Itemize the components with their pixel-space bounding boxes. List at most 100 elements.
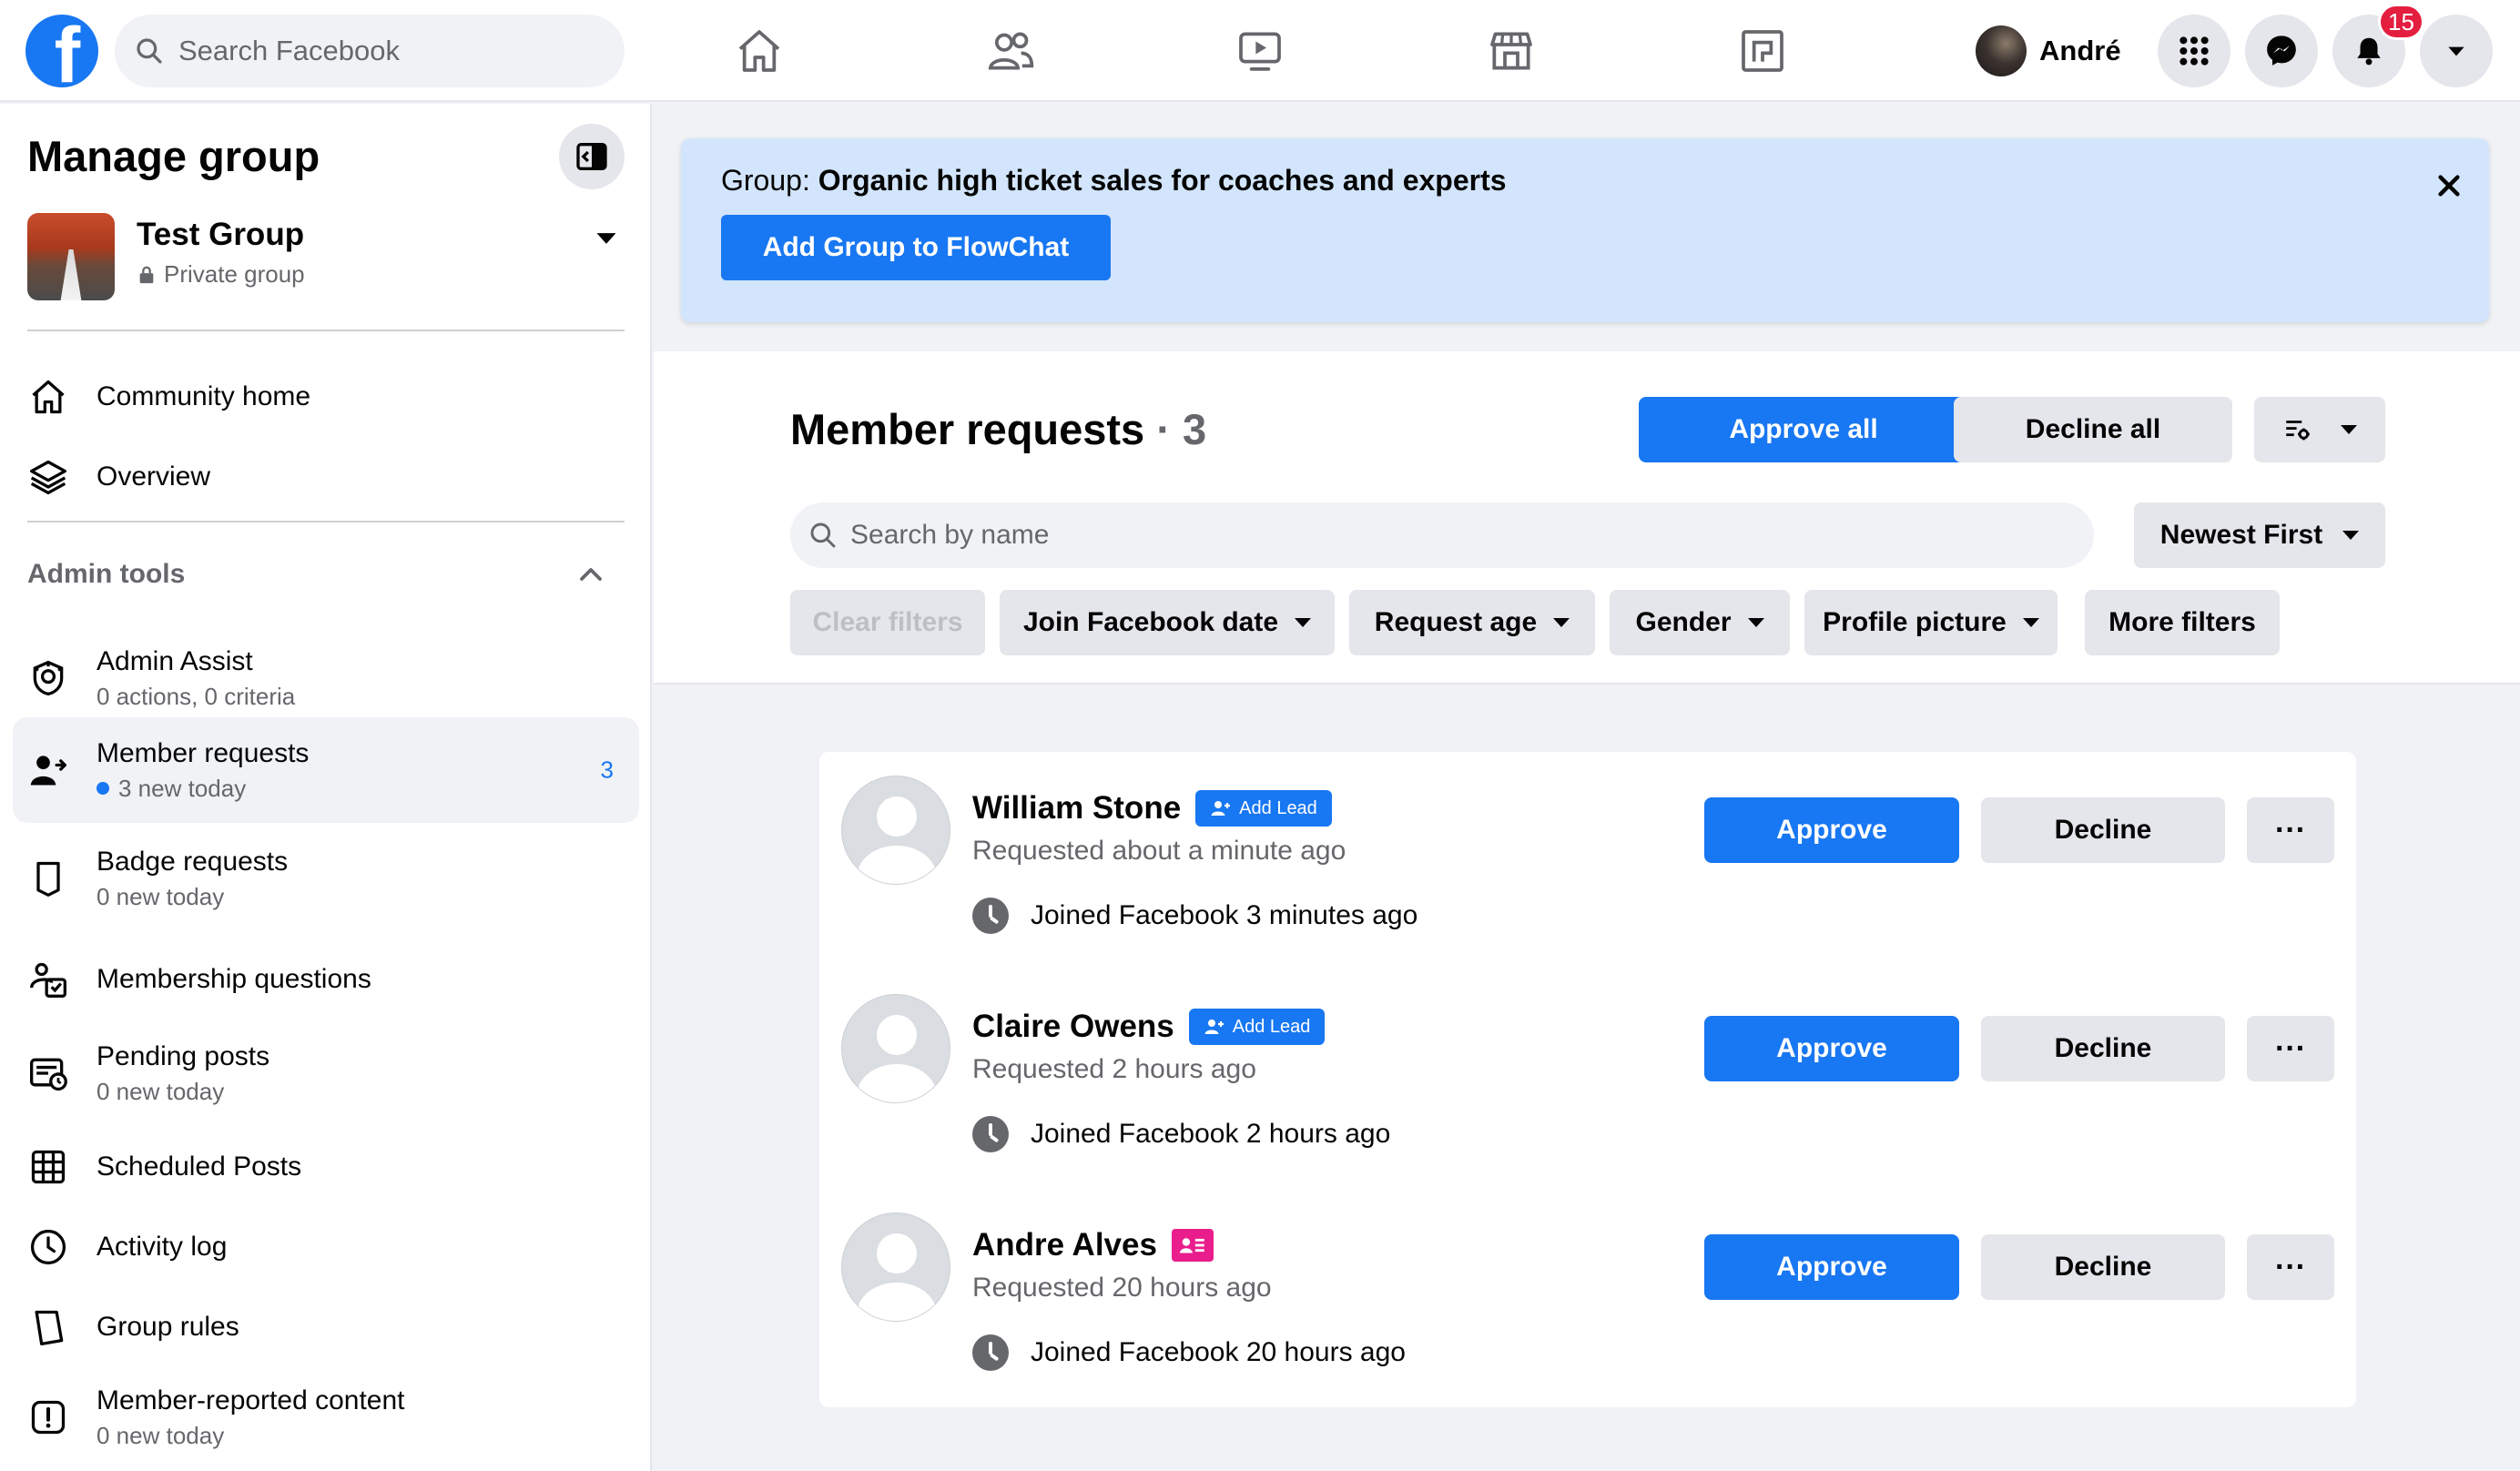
approve-button[interactable]: Approve xyxy=(1704,1016,1959,1081)
sidebar-item-overview[interactable]: Overview xyxy=(13,437,639,517)
unread-dot xyxy=(97,782,109,795)
page-title: Member requests · 3 xyxy=(790,405,1207,453)
sidebar-item-label: Badge requests xyxy=(97,846,289,877)
group-switcher-chevron[interactable] xyxy=(594,226,619,251)
home-icon[interactable] xyxy=(732,24,787,78)
sidebar-title: Manage group xyxy=(27,132,320,180)
group-privacy: Private group xyxy=(137,260,305,289)
clear-filters-button[interactable]: Clear filters xyxy=(790,590,985,655)
chevron-down-icon xyxy=(2341,425,2357,434)
joined-facebook-row: Joined Facebook 20 hours ago xyxy=(972,1334,1406,1371)
group-cover-thumbnail[interactable] xyxy=(27,213,115,300)
sidebar-item-label: Membership questions xyxy=(97,964,371,994)
sidebar-item-community-home[interactable]: Community home xyxy=(13,357,639,437)
sidebar-item-subtitle: 3 new today xyxy=(118,774,247,802)
approve-all-button[interactable]: Approve all xyxy=(1639,397,1968,462)
facebook-logo-icon[interactable]: f xyxy=(25,15,98,87)
add-user-icon xyxy=(1204,1020,1224,1034)
sidebar-item-admin-assist[interactable]: Admin Assist 0 actions, 0 criteria xyxy=(13,628,639,728)
request-age-filter[interactable]: Request age xyxy=(1349,590,1595,655)
avatar[interactable] xyxy=(841,776,950,885)
group-name[interactable]: Test Group xyxy=(137,217,304,253)
account-menu-button[interactable] xyxy=(2420,15,2493,87)
sidebar-item-group-rules[interactable]: Group rules xyxy=(13,1287,639,1367)
group-privacy-label: Private group xyxy=(164,260,305,288)
marketplace-icon[interactable] xyxy=(1484,24,1539,78)
filter-label: Join Facebook date xyxy=(1022,607,1279,637)
banner-group-name: Organic high ticket sales for coaches an… xyxy=(818,164,1507,197)
chevron-down-icon xyxy=(2022,618,2039,627)
admin-tools-section-label[interactable]: Admin tools xyxy=(27,559,185,590)
sidebar-item-activity-log[interactable]: Activity log xyxy=(13,1207,639,1287)
bulk-settings-dropdown[interactable] xyxy=(2254,397,2385,462)
more-options-button[interactable]: ··· xyxy=(2247,1016,2334,1081)
add-lead-label: Add Lead xyxy=(1239,797,1317,818)
gender-filter[interactable]: Gender xyxy=(1610,590,1790,655)
member-name-row: Andre Alves xyxy=(972,1227,1214,1263)
member-name[interactable]: Andre Alves xyxy=(972,1227,1157,1263)
member-name[interactable]: William Stone xyxy=(972,790,1181,827)
member-requests-icon xyxy=(25,747,71,793)
more-filters-button[interactable]: More filters xyxy=(2085,590,2280,655)
collapse-sidebar-button[interactable] xyxy=(559,124,625,189)
profile-picture-filter[interactable]: Profile picture xyxy=(1804,590,2058,655)
filter-settings-icon xyxy=(2286,421,2310,441)
sidebar-item-membership-questions[interactable]: Membership questions xyxy=(13,936,639,1023)
sidebar-item-member-requests[interactable]: Member requests 3 new today 3 xyxy=(13,717,639,823)
friends-icon[interactable] xyxy=(983,24,1038,78)
page-title-text: Member requests xyxy=(790,405,1145,453)
profile-name: André xyxy=(2039,35,2121,66)
questions-icon xyxy=(25,957,71,1002)
more-options-button[interactable]: ··· xyxy=(2247,1234,2334,1300)
sort-dropdown[interactable]: Newest First xyxy=(2134,502,2385,568)
menu-grid-button[interactable] xyxy=(2158,15,2230,87)
facebook-search-input[interactable]: Search Facebook xyxy=(115,15,625,87)
join-facebook-date-filter[interactable]: Join Facebook date xyxy=(1000,590,1335,655)
top-navigation-bar: f Search Facebook André 15 xyxy=(0,0,2520,102)
add-lead-button[interactable]: Add Lead xyxy=(1195,790,1332,827)
chevron-up-icon[interactable] xyxy=(577,561,605,588)
sidebar-item-badge-requests[interactable]: Badge requests 0 new today xyxy=(13,828,639,928)
decline-all-button[interactable]: Decline all xyxy=(1954,397,2232,462)
chevron-down-icon xyxy=(1553,618,1570,627)
add-user-icon xyxy=(1211,801,1231,816)
sidebar-item-scheduled-posts[interactable]: Scheduled Posts xyxy=(13,1127,639,1207)
add-group-to-flowchat-button[interactable]: Add Group to FlowChat xyxy=(721,215,1111,280)
sidebar-item-subtitle: 0 new today xyxy=(97,1077,225,1105)
member-requests-list: William Stone Add Lead Requested about a… xyxy=(819,752,2356,1407)
contact-card-icon[interactable] xyxy=(1171,1229,1214,1262)
decline-button[interactable]: Decline xyxy=(1981,1016,2225,1081)
approve-button[interactable]: Approve xyxy=(1704,797,1959,863)
filter-label: Profile picture xyxy=(1823,607,2007,637)
clock-icon xyxy=(25,1224,71,1270)
search-by-name-input[interactable]: Search by name xyxy=(790,502,2094,568)
messenger-button[interactable] xyxy=(2245,15,2318,87)
chevron-down-icon xyxy=(1295,618,1312,627)
more-options-button[interactable]: ··· xyxy=(2247,797,2334,863)
sidebar-item-pending-posts[interactable]: Pending posts 0 new today xyxy=(13,1023,639,1123)
sidebar-item-subtitle: 0 new today xyxy=(97,1421,225,1449)
bell-icon xyxy=(2357,37,2381,66)
member-name-row: Claire Owens Add Lead xyxy=(972,1009,1326,1045)
approve-button[interactable]: Approve xyxy=(1704,1234,1959,1300)
decline-button[interactable]: Decline xyxy=(1981,797,2225,863)
close-icon[interactable] xyxy=(2434,171,2464,200)
watch-icon[interactable] xyxy=(1233,24,1287,78)
sidebar-divider xyxy=(27,330,625,331)
grid-icon xyxy=(2180,36,2209,66)
decline-button[interactable]: Decline xyxy=(1981,1234,2225,1300)
avatar[interactable] xyxy=(841,1212,950,1322)
member-name[interactable]: Claire Owens xyxy=(972,1009,1174,1045)
add-lead-button[interactable]: Add Lead xyxy=(1188,1009,1326,1045)
sidebar-item-member-reported-content[interactable]: Member-reported content 0 new today xyxy=(13,1367,639,1467)
profile-chip[interactable]: André xyxy=(1976,24,2121,78)
joined-facebook-text: Joined Facebook 3 minutes ago xyxy=(1031,900,1418,930)
member-requests-total: 3 xyxy=(1182,405,1207,453)
joined-facebook-text: Joined Facebook 2 hours ago xyxy=(1031,1119,1391,1149)
banner-text: Group: Organic high ticket sales for coa… xyxy=(721,164,1507,198)
avatar[interactable] xyxy=(841,994,950,1103)
gaming-icon[interactable] xyxy=(1735,24,1790,78)
report-icon xyxy=(25,1395,71,1440)
request-time: Requested 2 hours ago xyxy=(972,1054,1256,1084)
chevron-down-icon xyxy=(596,233,616,244)
